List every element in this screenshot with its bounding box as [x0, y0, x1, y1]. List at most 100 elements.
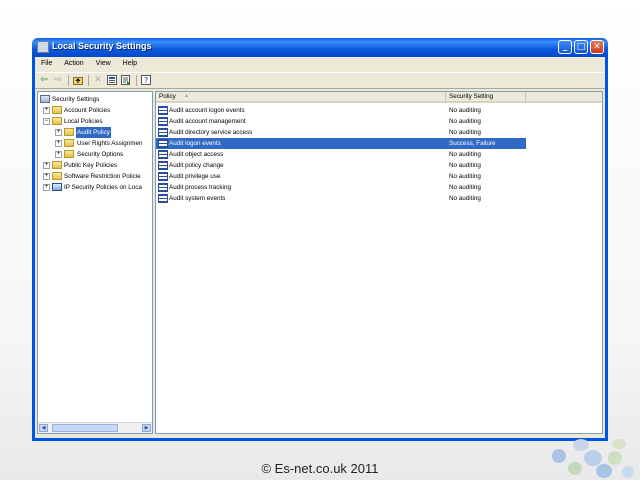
toolbar-separator [88, 75, 89, 86]
expand-icon[interactable]: + [43, 173, 50, 180]
tree-label: IP Security Policies on Loca [64, 184, 142, 191]
policy-setting: No auditing [449, 118, 481, 125]
minimize-button[interactable]: _ [558, 40, 572, 54]
up-folder-icon[interactable] [73, 75, 83, 85]
column-header-policy[interactable]: Policy ▲ [156, 92, 446, 103]
policy-name: Audit account management [169, 118, 246, 125]
folder-icon [64, 128, 74, 136]
policy-name: Audit system events [169, 195, 226, 202]
expand-icon[interactable]: + [43, 107, 50, 114]
folder-open-icon [52, 117, 62, 125]
policy-setting: No auditing [449, 173, 481, 180]
tree-horizontal-scrollbar[interactable]: ◀ ▶ [38, 422, 152, 433]
menu-help[interactable]: Help [117, 57, 141, 67]
tree-label: Local Policies [64, 118, 103, 125]
tree-label: Account Policies [64, 107, 111, 114]
properties-icon[interactable] [107, 75, 117, 85]
column-header-label: Security Setting [449, 93, 494, 100]
column-header-label: Policy [159, 93, 176, 100]
policy-setting: No auditing [449, 151, 481, 158]
console-tree-pane[interactable]: Security Settings + Account Policies − L… [37, 91, 153, 434]
folder-icon [52, 106, 62, 114]
policy-icon [158, 128, 168, 137]
table-row[interactable]: Audit account logon events No auditing [156, 105, 526, 116]
menu-view[interactable]: View [90, 57, 115, 67]
window-client-area: File Action View Help ⇦ ⇨ ✕ ? Security S… [35, 57, 605, 438]
forward-icon[interactable]: ⇨ [53, 75, 63, 85]
toolbar: ⇦ ⇨ ✕ ? [35, 72, 605, 89]
table-row[interactable]: Audit directory service access No auditi… [156, 127, 526, 138]
delete-icon[interactable]: ✕ [93, 75, 103, 85]
svg-text:?: ? [144, 76, 148, 85]
help-icon[interactable]: ? [141, 75, 151, 85]
column-header-empty [526, 92, 602, 103]
collapse-icon[interactable]: − [43, 118, 50, 125]
back-icon[interactable]: ⇦ [39, 75, 49, 85]
toolbar-separator [68, 75, 69, 86]
export-icon[interactable] [121, 75, 131, 85]
policy-list-pane[interactable]: Policy ▲ Security Setting Audit account … [155, 91, 603, 434]
table-row[interactable]: Audit object access No auditing [156, 149, 526, 160]
policy-setting: No auditing [449, 129, 481, 136]
policy-name: Audit process tracking [169, 184, 231, 191]
copyright-footer: © Es-net.co.uk 2011 [261, 461, 379, 476]
computer-icon [40, 95, 50, 103]
status-bar [35, 435, 605, 438]
expand-icon[interactable]: + [55, 129, 62, 136]
policy-icon [158, 161, 168, 170]
tree-label: Security Options [77, 151, 124, 158]
policy-name: Audit logon events [169, 140, 221, 147]
scroll-right-icon[interactable]: ▶ [142, 424, 151, 432]
expand-icon[interactable]: + [55, 151, 62, 158]
scroll-left-icon[interactable]: ◀ [39, 424, 48, 432]
policy-icon [158, 106, 168, 115]
folder-icon [64, 150, 74, 158]
expand-icon[interactable]: + [43, 162, 50, 169]
security-settings-app-icon [37, 41, 49, 53]
policy-icon [158, 117, 168, 126]
sort-arrow-icon: ▲ [184, 93, 189, 99]
policy-icon [158, 139, 168, 148]
table-row[interactable]: Audit process tracking No auditing [156, 182, 526, 193]
expand-icon[interactable]: + [55, 140, 62, 147]
tree-label-selected: Audit Policy [76, 127, 111, 138]
expand-icon[interactable]: + [43, 184, 50, 191]
table-row-selected[interactable]: Audit logon events Success, Failure [156, 138, 526, 149]
maximize-button[interactable]: □ [574, 40, 588, 54]
tree-label: Public Key Policies [64, 162, 118, 169]
tree-label: Security Settings [52, 96, 100, 103]
policy-setting: No auditing [449, 107, 481, 114]
table-row[interactable]: Audit policy change No auditing [156, 160, 526, 171]
toolbar-separator [136, 75, 137, 86]
policy-name: Audit policy change [169, 162, 224, 169]
tree-label: User Rights Assignmen [77, 140, 143, 147]
menu-action[interactable]: Action [58, 57, 87, 67]
table-row[interactable]: Audit system events No auditing [156, 193, 526, 204]
window-title: Local Security Settings [52, 41, 152, 51]
policy-icon [158, 150, 168, 159]
policy-name: Audit privilege use [169, 173, 221, 180]
table-row[interactable]: Audit privilege use No auditing [156, 171, 526, 182]
policy-icon [158, 172, 168, 181]
policy-setting: No auditing [449, 184, 481, 191]
close-button[interactable]: ✕ [590, 40, 604, 54]
policy-setting: No auditing [449, 162, 481, 169]
policy-setting: Success, Failure [449, 140, 496, 147]
policy-name: Audit object access [169, 151, 224, 158]
policy-name: Audit account logon events [169, 107, 245, 114]
ip-security-icon [52, 183, 62, 191]
column-header-security-setting[interactable]: Security Setting [446, 92, 526, 103]
scroll-thumb[interactable] [52, 424, 118, 432]
policy-icon [158, 194, 168, 203]
policy-setting: No auditing [449, 195, 481, 202]
title-bar[interactable]: Local Security Settings _ □ ✕ [32, 38, 608, 57]
menu-file[interactable]: File [35, 57, 56, 67]
policy-icon [158, 183, 168, 192]
menu-bar: File Action View Help [35, 57, 605, 71]
table-row[interactable]: Audit account management No auditing [156, 116, 526, 127]
folder-icon [52, 172, 62, 180]
folder-icon [64, 139, 74, 147]
folder-icon [52, 161, 62, 169]
policy-name: Audit directory service access [169, 129, 253, 136]
tree-label: Software Restriction Policie [64, 173, 141, 180]
